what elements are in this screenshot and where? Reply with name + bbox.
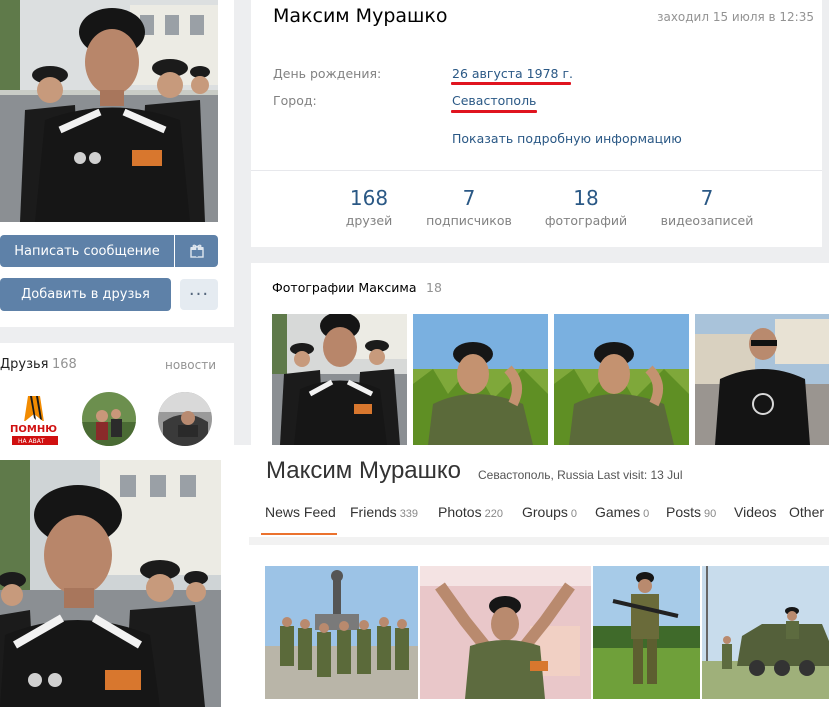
city-red-underline	[451, 110, 537, 113]
tab-photos-count: 220	[484, 508, 503, 520]
counter-followers-value: 7	[462, 186, 476, 210]
vk-avatar-card: Написать сообщение Добавить в друзья ···	[0, 0, 234, 327]
tab-news-feed[interactable]: News Feed	[265, 504, 336, 520]
ok-profile-meta: Севастополь, Russia Last visit: 13 Jul	[478, 468, 683, 482]
tabs-separator	[249, 537, 829, 545]
show-details-link[interactable]: Показать подробную информацию	[452, 131, 682, 146]
ok-photo-3[interactable]	[593, 566, 700, 699]
tab-groups-label: Groups	[522, 504, 568, 520]
vk-profile-section: Написать сообщение Добавить в друзья ···…	[0, 0, 829, 446]
city-label: Город:	[273, 93, 317, 108]
city-value[interactable]: Севастополь	[452, 93, 536, 108]
add-friend-label: Добавить в друзья	[21, 287, 150, 302]
tab-photos-label: Photos	[438, 504, 482, 520]
gift-icon	[189, 244, 204, 258]
friend-avatar-3[interactable]	[158, 392, 212, 446]
vk-photo-1[interactable]	[272, 314, 407, 445]
photos-section-count: 18	[426, 280, 442, 295]
add-friend-button[interactable]: Добавить в друзья	[0, 278, 171, 311]
tab-posts-count: 90	[704, 508, 717, 520]
more-dots-icon: ···	[188, 284, 210, 305]
vk-photo-4[interactable]	[695, 314, 829, 445]
tab-friends[interactable]: Friends 339	[350, 504, 418, 520]
tab-videos[interactable]: Videos	[734, 504, 777, 520]
counter-photos-label: фотографий	[544, 213, 628, 228]
vk-profile-photo[interactable]	[0, 0, 218, 222]
ok-tabs-bar: News Feed Friends 339 Photos 220 Groups 0 G…	[249, 497, 829, 535]
vk-photo-2[interactable]	[413, 314, 548, 445]
tab-posts-label: Posts	[666, 504, 702, 520]
send-message-button[interactable]: Написать сообщение	[0, 235, 174, 267]
friends-title[interactable]: Друзья	[0, 357, 49, 372]
last-seen-status: заходил 15 июля в 12:35	[657, 10, 814, 24]
ok-photo-4[interactable]	[702, 566, 829, 699]
counter-photos-value: 18	[573, 186, 599, 210]
friends-news-link[interactable]: новости	[165, 358, 216, 372]
ok-photo-1[interactable]	[265, 566, 418, 699]
vk-photos-card: Фотографии Максима 18	[251, 263, 829, 445]
tab-games-count: 0	[643, 508, 650, 520]
tab-photos[interactable]: Photos 220	[438, 504, 503, 520]
info-divider	[251, 170, 822, 171]
vk-info-card: Максим Мурашко заходил 15 июля в 12:35 Д…	[251, 0, 822, 247]
send-message-label: Написать сообщение	[14, 243, 160, 259]
tab-friends-count: 339	[399, 508, 419, 520]
photos-section-title[interactable]: Фотографии Максима	[272, 280, 417, 295]
ribbon-badge-subtext: НА АВАТ	[18, 438, 45, 445]
tab-games-label: Games	[595, 504, 641, 520]
ok-profile-panel: Максим Мурашко Севастополь, Russia Last …	[249, 451, 829, 707]
ok-photo-2[interactable]	[420, 566, 591, 699]
tab-news-feed-label: News Feed	[265, 504, 336, 520]
tab-videos-label: Videos	[734, 504, 777, 520]
ok-profile-name: Максим Мурашко	[266, 457, 462, 484]
friend-avatar-ribbon[interactable]: ПОМНЮ НА АВАТ	[6, 392, 62, 446]
counter-videos-value: 7	[700, 186, 714, 210]
tab-other-label: Other	[789, 504, 825, 520]
vk-photo-3[interactable]	[554, 314, 689, 445]
send-gift-button[interactable]	[175, 235, 218, 267]
birthday-red-underline	[451, 82, 571, 85]
counter-followers[interactable]: 7 подписчиков	[409, 186, 529, 228]
tab-posts[interactable]: Posts 90	[666, 504, 716, 520]
tab-friends-label: Friends	[350, 504, 397, 520]
more-actions-button[interactable]: ···	[180, 279, 218, 310]
counter-videos[interactable]: 7 видеозаписей	[647, 186, 767, 228]
counter-followers-label: подписчиков	[426, 213, 512, 228]
tab-other[interactable]: Other	[789, 504, 824, 520]
birthday-label: День рождения:	[273, 66, 382, 81]
active-tab-indicator	[261, 533, 337, 535]
ok-profile-photo[interactable]	[0, 460, 221, 707]
friend-avatar-2[interactable]	[82, 392, 136, 446]
birthday-value[interactable]: 26 августа 1978 г.	[452, 66, 573, 81]
vk-friends-card: Друзья 168 новости ПОМНЮ НА АВАТ	[0, 343, 234, 446]
ribbon-badge-text: ПОМНЮ	[10, 424, 57, 435]
counter-photos[interactable]: 18 фотографий	[526, 186, 646, 228]
profile-name: Максим Мурашко	[273, 5, 448, 27]
friends-count: 168	[52, 357, 77, 372]
tab-groups[interactable]: Groups 0	[522, 504, 577, 520]
tab-games[interactable]: Games 0	[595, 504, 649, 520]
tab-groups-count: 0	[570, 508, 578, 520]
counter-videos-label: видеозаписей	[660, 213, 754, 228]
